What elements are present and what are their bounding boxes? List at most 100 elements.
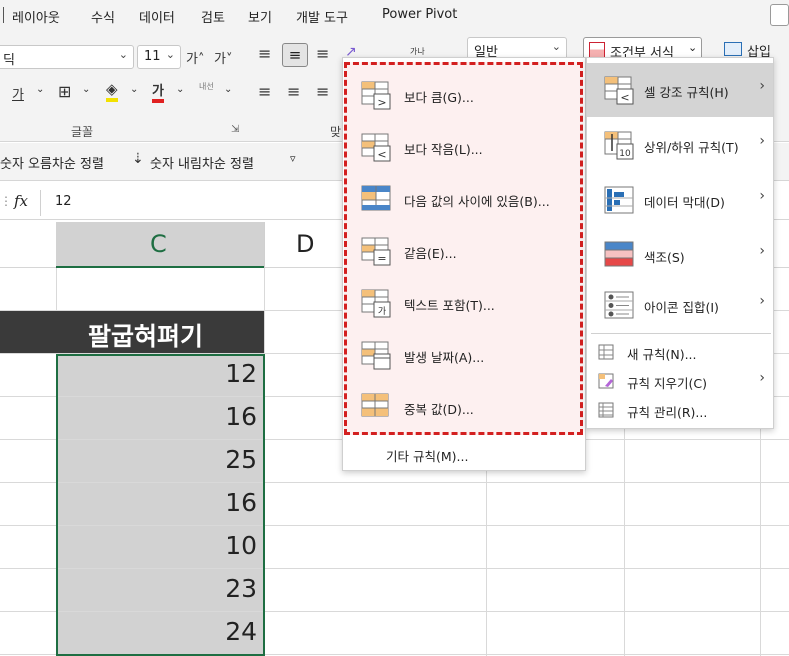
- font-size-value: 11: [144, 49, 161, 64]
- menu-formulas[interactable]: 수식: [91, 7, 115, 26]
- chevron-down-icon[interactable]: ⌄: [36, 84, 44, 95]
- menu-label: 데이터 막대(D): [644, 195, 725, 210]
- font-color-icon[interactable]: 가: [152, 80, 164, 103]
- align-right-icon[interactable]: ≡: [316, 82, 329, 101]
- menu-item-manage-rules[interactable]: 규칙 관리(R)...: [587, 396, 773, 424]
- chevron-down-icon[interactable]: ⌄: [130, 84, 138, 95]
- shrink-font-button[interactable]: 가˅: [214, 48, 232, 67]
- grow-font-button[interactable]: 가˄: [186, 48, 204, 67]
- menu-item-greater-than[interactable]: > 보다 큼(G)...: [360, 72, 570, 120]
- align-top-icon[interactable]: ≡: [258, 44, 271, 63]
- data-bars-icon: [604, 186, 634, 214]
- chevron-right-icon: ›: [759, 243, 765, 259]
- menu-item-highlight-rules[interactable]: < 셀 강조 규칙(H) ›: [587, 63, 773, 117]
- comment-icon[interactable]: [770, 4, 789, 26]
- svg-text:=: =: [377, 252, 386, 265]
- icon-sets-icon: [604, 291, 634, 319]
- menu-item-clear-rules[interactable]: 규칙 지우기(C) ›: [587, 367, 773, 395]
- align-center-icon[interactable]: ≡: [287, 82, 300, 101]
- chevron-right-icon: ›: [759, 78, 765, 94]
- menu-item-more-rules[interactable]: 기타 규칙(M)...: [386, 446, 468, 465]
- menu-item-data-bars[interactable]: 데이터 막대(D) ›: [587, 173, 773, 227]
- text-contains-icon: 가: [361, 289, 391, 318]
- menu-label: 규칙 관리(R)...: [627, 405, 708, 420]
- chevron-right-icon: ›: [759, 293, 765, 309]
- chevron-down-icon: ⌄: [118, 48, 128, 61]
- chevron-down-icon: ⌄: [551, 40, 561, 53]
- menu-item-date-occurring[interactable]: 발생 날짜(A)...: [360, 332, 570, 380]
- new-rule-icon: [598, 344, 614, 360]
- menu-power-pivot[interactable]: Power Pivot: [382, 7, 457, 22]
- menu-label: 다음 값의 사이에 있음(B)...: [404, 194, 550, 209]
- menu-bar: 레이아웃 수식 데이터 검토 보기 개발 도구 Power Pivot: [0, 0, 789, 30]
- align-left-icon[interactable]: ≡: [258, 82, 271, 101]
- formula-input[interactable]: 12: [55, 194, 72, 209]
- font-name-combo[interactable]: 딕 ⌄: [0, 45, 134, 69]
- menu-separator: [591, 333, 771, 334]
- column-header-d[interactable]: D: [296, 230, 314, 258]
- column-divider: [264, 222, 265, 268]
- greater-than-icon: >: [361, 81, 391, 110]
- menu-label: 같음(E)...: [404, 246, 457, 261]
- between-icon: [361, 185, 391, 211]
- eraser-icon: [598, 373, 614, 389]
- menu-item-between[interactable]: 다음 값의 사이에 있음(B)...: [360, 176, 570, 224]
- underline-button[interactable]: 가: [12, 84, 24, 103]
- menu-label: 중복 값(D)...: [404, 402, 474, 417]
- chevron-right-icon: ›: [759, 188, 765, 204]
- chevron-down-icon[interactable]: ⌄: [176, 84, 184, 95]
- top-bottom-icon: 10: [604, 131, 634, 160]
- menu-label: 상위/하위 규칙(T): [644, 140, 739, 155]
- fx-icon[interactable]: fx: [14, 192, 28, 210]
- calendar-icon: [361, 341, 391, 370]
- customize-toolbar-icon[interactable]: ▿: [290, 152, 296, 165]
- color-scales-icon: [604, 241, 634, 267]
- selection-border: [56, 354, 265, 656]
- manage-rules-icon: [598, 402, 614, 418]
- dialog-launcher-icon[interactable]: ⇲: [231, 124, 239, 135]
- chevron-right-icon: ›: [759, 133, 765, 149]
- menu-label: 규칙 지우기(C): [627, 376, 707, 391]
- menu-item-color-scales[interactable]: 색조(S) ›: [587, 228, 773, 282]
- menu-item-new-rule[interactable]: 새 규칙(N)...: [587, 338, 773, 366]
- menu-label: 발생 날짜(A)...: [404, 350, 485, 365]
- svg-text:10: 10: [619, 149, 631, 159]
- menu-item-less-than[interactable]: < 보다 작음(L)...: [360, 124, 570, 172]
- menu-data[interactable]: 데이터: [139, 7, 175, 26]
- equal-to-icon: =: [361, 237, 391, 266]
- svg-text:>: >: [377, 96, 386, 109]
- chevron-down-icon: ⌄: [688, 41, 698, 54]
- highlight-rules-icon: <: [604, 76, 634, 105]
- wrap-text-button[interactable]: 가나: [410, 46, 425, 57]
- sort-ascending-button[interactable]: 숫자 오름차순 정렬: [0, 153, 104, 172]
- font-group-label: 글꼴: [71, 125, 94, 139]
- menu-layout[interactable]: 레이아웃: [12, 7, 60, 26]
- fill-color-icon[interactable]: ◈: [106, 80, 118, 102]
- sort-descending-button[interactable]: 숫자 내림차순 정렬: [150, 153, 254, 172]
- duplicate-icon: [361, 393, 389, 417]
- menu-item-top-bottom-rules[interactable]: 10 상위/하위 규칙(T) ›: [587, 118, 773, 172]
- menu-review[interactable]: 검토: [201, 7, 225, 26]
- menu-developer[interactable]: 개발 도구: [296, 7, 348, 26]
- chevron-down-icon[interactable]: ⌄: [224, 84, 232, 95]
- menu-item-text-contains[interactable]: 가 텍스트 포함(T)...: [360, 280, 570, 328]
- menu-label: 아이콘 집합(I): [644, 300, 719, 315]
- header-pushups: 팔굽혀펴기: [88, 322, 204, 351]
- menu-item-equal-to[interactable]: = 같음(E)...: [360, 228, 570, 276]
- column-c-label: C: [150, 230, 167, 258]
- menu-label: 보다 큼(G)...: [404, 90, 474, 105]
- column-header-c[interactable]: C: [56, 222, 264, 268]
- align-bottom-icon[interactable]: ≡: [316, 44, 329, 63]
- menu-label: 셀 강조 규칙(H): [644, 85, 729, 100]
- menu-view[interactable]: 보기: [248, 7, 272, 26]
- svg-text:가: 가: [378, 306, 386, 317]
- phonetic-button[interactable]: 내선: [199, 81, 214, 92]
- menu-item-duplicate-values[interactable]: 중복 값(D)...: [360, 384, 570, 432]
- menu-item-icon-sets[interactable]: 아이콘 집합(I) ›: [587, 278, 773, 332]
- font-size-combo[interactable]: 11 ⌄: [137, 45, 181, 69]
- align-middle-icon[interactable]: ≡: [282, 43, 308, 67]
- border-icon[interactable]: ⊞: [58, 82, 71, 101]
- table-header[interactable]: 팔굽혀펴기: [0, 311, 264, 353]
- chevron-down-icon[interactable]: ⌄: [82, 84, 90, 95]
- chevron-right-icon: ›: [759, 370, 765, 386]
